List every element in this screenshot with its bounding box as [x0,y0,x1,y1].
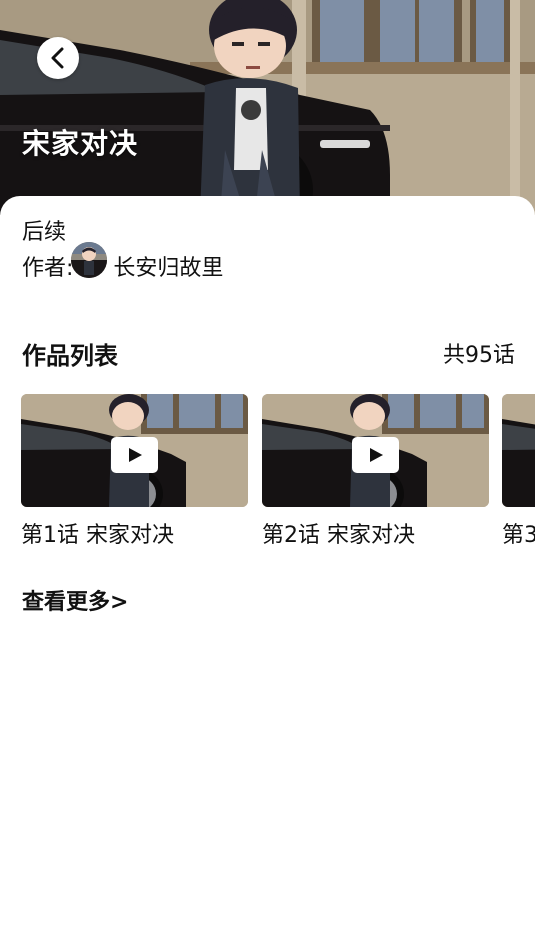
play-icon [369,448,383,462]
episode-card[interactable]: 第2话 宋家对决 [262,394,489,549]
episode-thumbnail[interactable] [21,394,248,507]
episode-title: 第3话 宋家对决 [502,523,535,548]
chevron-left-icon [51,47,64,69]
author-prefix: 作者: [22,256,74,281]
episode-title: 第1话 宋家对决 [21,523,174,548]
play-button[interactable] [111,437,158,473]
section-title: 作品列表 [22,341,118,370]
author-name[interactable]: 长安归故里 [113,250,223,282]
hero-banner: 宋家对决 [0,0,535,215]
episode-list-header: 作品列表 共95话 [22,336,515,370]
description-text: 后续 [22,220,67,245]
content-sheet: 后续 作者: 长安归故里 作品列表 共95话 第1话 宋家对决 第2话 宋家对决… [0,196,535,951]
play-button[interactable] [352,437,399,473]
episode-carousel[interactable]: 第1话 宋家对决 第2话 宋家对决 第3 [21,394,535,554]
page: 宋家对决 后续 作者: 长安归故里 作品列表 共95话 第1话 宋家对决 第2话… [0,0,535,951]
episode-card[interactable]: 第1话 宋家对决 [21,394,248,549]
episode-title: 第2话 宋家对决 [262,523,415,548]
back-button[interactable] [37,37,79,79]
view-more-link[interactable]: 查看更多> [22,584,128,616]
episode-card[interactable]: 第3话 宋家对决 [502,394,535,549]
author-row[interactable]: 作者: 长安归故里 [22,242,223,286]
page-title: 宋家对决 [22,127,139,160]
episode-thumbnail[interactable] [502,394,535,507]
episode-count: 共95话 [443,343,515,368]
episode-thumbnail[interactable] [262,394,489,507]
author-avatar[interactable] [71,242,108,278]
hero-cover-image [0,0,535,215]
play-icon [128,448,142,462]
